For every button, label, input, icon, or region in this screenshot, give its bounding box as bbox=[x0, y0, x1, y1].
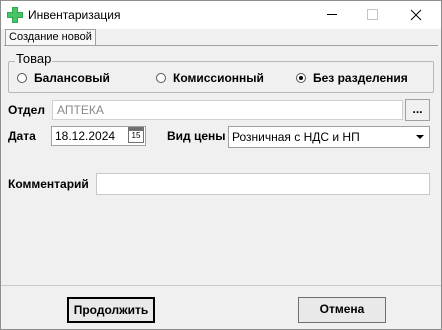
date-value: 18.12.2024 bbox=[55, 129, 116, 143]
calendar-day: 15 bbox=[131, 131, 141, 140]
price-type-label: Вид цены bbox=[167, 129, 226, 143]
green-cross-icon bbox=[7, 7, 23, 23]
title-bar: Инвентаризация bbox=[1, 1, 441, 29]
radio-no-split[interactable]: Без разделения bbox=[296, 70, 408, 86]
tab-strip: Создание новой bbox=[4, 29, 440, 45]
maximize-button[interactable] bbox=[355, 1, 389, 29]
department-label: Отдел bbox=[8, 103, 45, 117]
dialog-window: Инвентаризация Создание новой Товар Бала… bbox=[0, 0, 442, 330]
goods-group-legend: Товар bbox=[15, 51, 53, 66]
close-button[interactable] bbox=[399, 1, 433, 29]
footer-divider bbox=[1, 285, 441, 286]
date-label: Дата bbox=[8, 129, 36, 143]
continue-button[interactable]: Продолжить bbox=[67, 297, 155, 323]
cancel-button[interactable]: Отмена bbox=[298, 297, 386, 323]
radio-commission-label: Комиссионный bbox=[173, 71, 264, 85]
price-type-value: Розничная с НДС и НП bbox=[232, 130, 360, 144]
department-browse-button[interactable]: ... bbox=[405, 99, 430, 121]
radio-commission[interactable]: Комиссионный bbox=[156, 70, 264, 86]
tab-create-new[interactable]: Создание новой bbox=[5, 29, 96, 45]
tab-divider bbox=[4, 45, 438, 46]
department-field[interactable]: АПТЕКА bbox=[52, 100, 403, 120]
radio-balance[interactable]: Балансовый bbox=[17, 70, 110, 86]
radio-button-indicator bbox=[296, 73, 306, 83]
comment-label: Комментарий bbox=[8, 177, 89, 191]
radio-balance-label: Балансовый bbox=[34, 71, 110, 85]
chevron-down-icon[interactable] bbox=[412, 127, 429, 147]
minimize-button[interactable] bbox=[315, 1, 349, 29]
window-title: Инвентаризация bbox=[28, 8, 121, 22]
close-icon bbox=[410, 9, 422, 21]
comment-field[interactable] bbox=[96, 173, 430, 195]
radio-button-indicator bbox=[156, 73, 166, 83]
calendar-icon[interactable]: 15 bbox=[128, 127, 144, 143]
radio-no-split-label: Без разделения bbox=[313, 71, 408, 85]
price-type-select[interactable]: Розничная с НДС и НП bbox=[228, 126, 430, 148]
radio-button-indicator bbox=[17, 73, 27, 83]
